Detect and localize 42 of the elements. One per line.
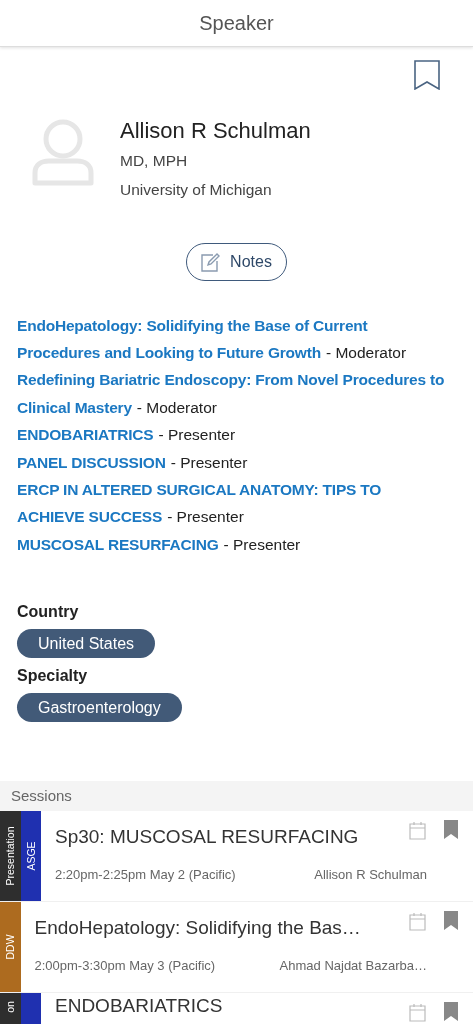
role-text: - Presenter (170, 453, 248, 472)
session-link[interactable]: Clinical Mastery (17, 398, 132, 417)
session-title[interactable]: Sp30: MUSCOSAL RESURFACING (55, 810, 409, 848)
tag-label: DDW (4, 934, 17, 960)
attribute-tag: United States (17, 628, 156, 658)
section-heading: Sessions (11, 787, 72, 804)
speaker-affiliation: University of Michigan (120, 181, 273, 199)
attribute-tag: Gastroenterology (17, 692, 182, 722)
attribute-label: Specialty (17, 666, 89, 686)
session-speaker: Ahmad Najdat Bazarba… (279, 957, 427, 973)
bookmark-icon[interactable] (444, 819, 458, 839)
session-speaker: Allison R Schulman (314, 866, 427, 882)
page-title: Speaker (199, 11, 274, 35)
session-time: 2:20pm-2:25pm May 2 (Pacific) (55, 866, 236, 882)
role-text: - Moderator (136, 398, 217, 417)
role-text: - Moderator (325, 344, 407, 363)
session-link[interactable]: PANEL DISCUSSION (17, 453, 166, 472)
bookmark-icon[interactable] (414, 60, 440, 90)
session-link[interactable]: EndoHepatology: Solidifying the Base of Current (17, 316, 368, 335)
tag-label: ASGE (24, 840, 37, 871)
speaker-name: Allison R Schulman (120, 118, 311, 144)
role-text: - Presenter (223, 535, 301, 554)
session-title[interactable]: ENDOBARIATRICS (55, 992, 409, 1022)
session-link[interactable]: ACHIEVE SUCCESS (17, 508, 163, 527)
notes-button[interactable]: Notes (186, 243, 287, 281)
session-title[interactable]: EndoHepatology: Solidifying the Bas… (34, 901, 409, 939)
session-link[interactable]: ENDOBARIATRICS (17, 426, 154, 445)
tag-label: Presentation (4, 826, 17, 885)
edit-icon (201, 252, 222, 272)
role-text: - Presenter (167, 508, 244, 527)
session-link[interactable]: Procedures and Looking to Future Growth (17, 344, 321, 363)
session-time: 2:00pm-3:30pm May 3 (Pacific) (34, 957, 216, 973)
bookmark-icon[interactable] (444, 1001, 458, 1021)
session-link[interactable]: Redefining Bariatric Endoscopy: From Novel Procedures to (17, 371, 445, 390)
session-link[interactable]: ERCP IN ALTERED SURGICAL ANATOMY: TIPS TO (17, 481, 382, 500)
role-text: - Presenter (158, 426, 236, 445)
bookmark-icon[interactable] (444, 910, 458, 930)
speaker-credentials: MD, MPH (120, 152, 189, 170)
attribute-label: Country (17, 602, 80, 622)
avatar-icon (32, 117, 96, 187)
session-link[interactable]: MUSCOSAL RESURFACING (17, 535, 219, 554)
tag-label: on (4, 1000, 17, 1013)
